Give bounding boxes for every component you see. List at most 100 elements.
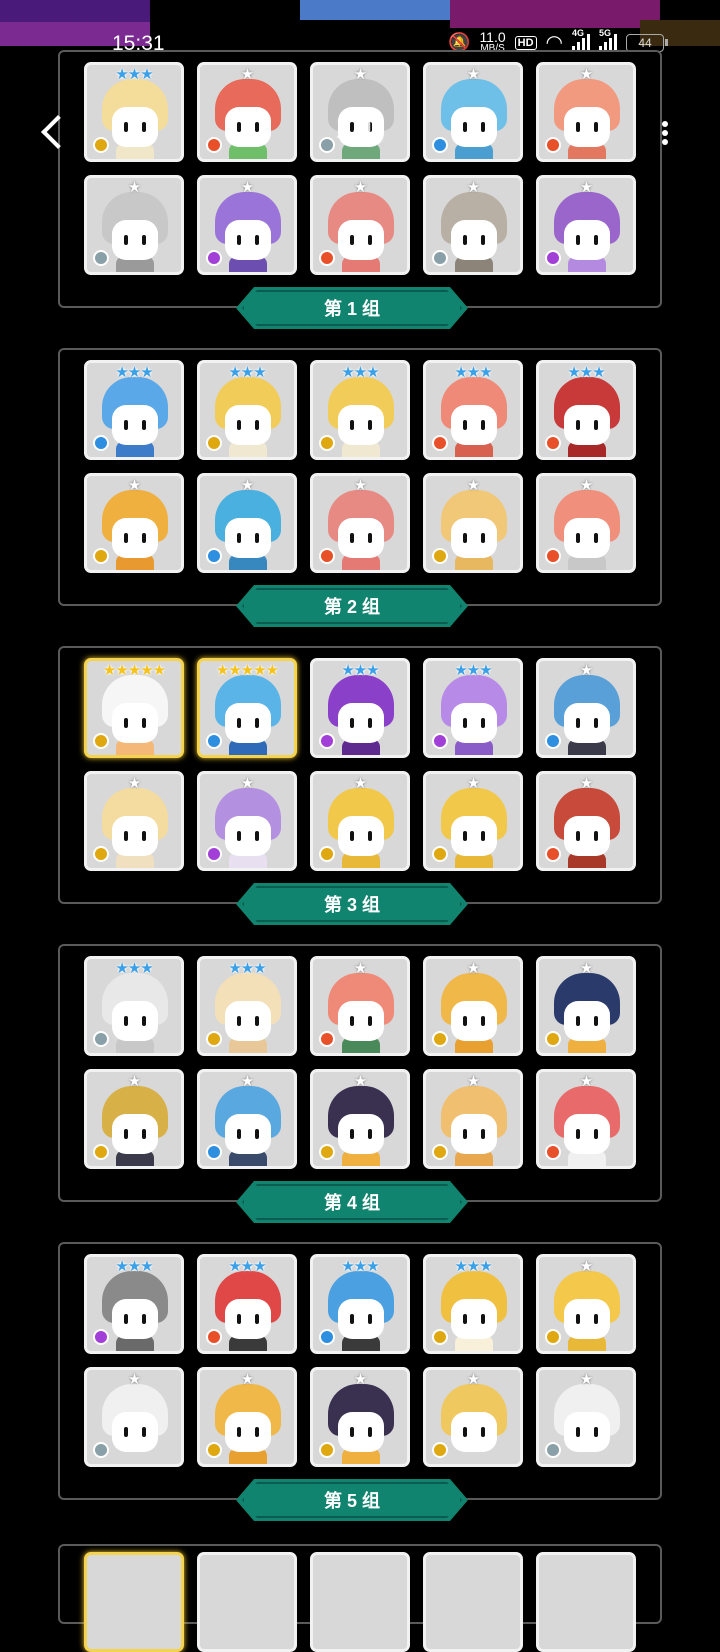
character-portrait	[215, 1271, 281, 1351]
character-portrait	[441, 79, 507, 159]
rarity-stars: ★★★	[341, 364, 379, 381]
unit-card[interactable]: ★★★	[197, 1254, 297, 1354]
rarity-stars: ★	[579, 1258, 593, 1275]
unit-card[interactable]: ★	[310, 771, 410, 871]
unit-card[interactable]: ★	[536, 175, 636, 275]
partial-card[interactable]	[84, 1552, 184, 1652]
character-portrait	[328, 192, 394, 272]
character-portrait	[328, 1086, 394, 1166]
unit-card[interactable]: ★	[310, 473, 410, 573]
unit-card[interactable]: ★	[536, 658, 636, 758]
unit-card[interactable]: ★★★	[310, 360, 410, 460]
unit-card[interactable]: ★	[84, 1367, 184, 1467]
fire-element-icon	[545, 846, 561, 862]
unit-card[interactable]: ★	[197, 771, 297, 871]
unit-card[interactable]: ★	[423, 473, 523, 573]
unit-card[interactable]: ★	[310, 1069, 410, 1169]
rarity-stars: ★	[466, 179, 480, 196]
rarity-stars: ★	[466, 1073, 480, 1090]
unit-card[interactable]: ★	[423, 1069, 523, 1169]
unit-card[interactable]: ★★★	[310, 1254, 410, 1354]
portrait-face	[112, 107, 158, 147]
rarity-stars: ★	[579, 66, 593, 83]
unit-card[interactable]: ★	[536, 1069, 636, 1169]
unit-card[interactable]: ★	[310, 175, 410, 275]
character-portrait	[102, 973, 168, 1053]
character-portrait	[441, 490, 507, 570]
light-element-icon	[432, 1144, 448, 1160]
unit-card[interactable]: ★	[423, 175, 523, 275]
partial-card[interactable]	[310, 1552, 410, 1652]
unit-card[interactable]: ★★★	[84, 1254, 184, 1354]
character-portrait	[441, 973, 507, 1053]
unit-card[interactable]: ★	[197, 62, 297, 162]
rarity-stars: ★★★	[228, 364, 266, 381]
unit-card[interactable]: ★	[536, 956, 636, 1056]
unit-card[interactable]: ★	[423, 1367, 523, 1467]
unit-card[interactable]: ★	[536, 1367, 636, 1467]
unit-card[interactable]: ★	[310, 1367, 410, 1467]
partial-card[interactable]	[197, 1552, 297, 1652]
rarity-stars: ★	[466, 775, 480, 792]
unit-card[interactable]: ★	[310, 956, 410, 1056]
rarity-stars: ★	[240, 775, 254, 792]
unit-group-2: ★★★ ★★★ ★★★ ★★★ ★★★ ★ ★ ★ ★ ★ 第 2 组	[58, 348, 662, 606]
portrait-face	[564, 1412, 610, 1452]
portrait-face	[451, 518, 497, 558]
back-arrow-icon[interactable]	[38, 112, 68, 152]
unit-card[interactable]: ★	[197, 1069, 297, 1169]
unit-grid: ★★★ ★★★ ★★★ ★★★ ★★★ ★ ★ ★ ★ ★	[84, 360, 636, 573]
unit-card[interactable]: ★	[423, 771, 523, 871]
unit-card[interactable]: ★★★	[84, 62, 184, 162]
wind-element-icon	[432, 250, 448, 266]
portrait-face	[451, 107, 497, 147]
light-element-icon	[432, 1329, 448, 1345]
rarity-stars: ★	[353, 1073, 367, 1090]
portrait-face	[338, 816, 384, 856]
character-portrait	[441, 788, 507, 868]
unit-card[interactable]: ★	[197, 1367, 297, 1467]
wallpaper-pixels	[0, 0, 150, 22]
unit-card[interactable]: ★★★	[536, 360, 636, 460]
hd-badge: HD	[514, 35, 537, 50]
portrait-face	[564, 405, 610, 445]
unit-card[interactable]: ★	[423, 62, 523, 162]
unit-card[interactable]: ★	[536, 473, 636, 573]
unit-card[interactable]: ★	[197, 175, 297, 275]
partial-card[interactable]	[423, 1552, 523, 1652]
portrait-face	[564, 1114, 610, 1154]
unit-card[interactable]: ★★★	[84, 956, 184, 1056]
portrait-face	[338, 1001, 384, 1041]
unit-card[interactable]: ★	[84, 473, 184, 573]
portrait-face	[451, 405, 497, 445]
unit-card[interactable]: ★	[536, 1254, 636, 1354]
unit-card[interactable]: ★	[84, 175, 184, 275]
unit-card[interactable]: ★★★	[423, 658, 523, 758]
unit-card[interactable]: ★	[536, 771, 636, 871]
image-pager: 1/1	[335, 112, 377, 145]
rarity-stars: ★	[240, 477, 254, 494]
more-options-icon[interactable]	[660, 118, 670, 150]
unit-card[interactable]: ★	[423, 956, 523, 1056]
unit-card[interactable]: ★★★★★	[84, 658, 184, 758]
unit-card[interactable]: ★	[84, 1069, 184, 1169]
character-portrait	[554, 973, 620, 1053]
unit-card[interactable]: ★	[197, 473, 297, 573]
portrait-face	[338, 1412, 384, 1452]
unit-card[interactable]: ★★★★★	[197, 658, 297, 758]
battery-icon: 44	[626, 33, 668, 52]
unit-card[interactable]: ★	[536, 62, 636, 162]
unit-card[interactable]: ★★★	[197, 956, 297, 1056]
partial-card[interactable]	[536, 1552, 636, 1652]
unit-card[interactable]: ★★★	[423, 1254, 523, 1354]
unit-card[interactable]: ★★★	[84, 360, 184, 460]
unit-card[interactable]: ★★★	[310, 658, 410, 758]
portrait-face	[225, 1412, 271, 1452]
rarity-stars: ★★★	[567, 364, 605, 381]
unit-card[interactable]: ★	[84, 771, 184, 871]
unit-card[interactable]: ★★★	[423, 360, 523, 460]
character-portrait	[554, 1086, 620, 1166]
portrait-face	[338, 1299, 384, 1339]
unit-card[interactable]: ★★★	[197, 360, 297, 460]
character-portrait	[102, 79, 168, 159]
